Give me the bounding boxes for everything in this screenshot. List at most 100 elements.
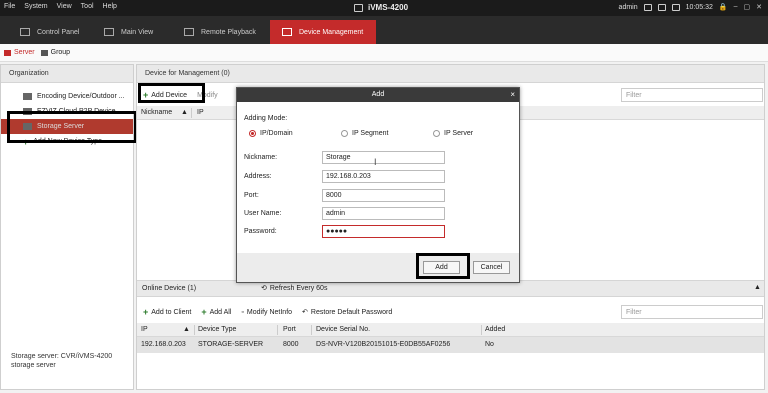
restore-password-button[interactable]: ↶ Restore Default Password [302, 308, 393, 317]
tab-label: Remote Playback [201, 28, 256, 36]
add-all-icon: + [201, 307, 207, 317]
col-added[interactable]: Added [485, 326, 505, 333]
menu-file[interactable]: File [4, 3, 15, 10]
user-label[interactable]: admin [619, 4, 638, 11]
dialog-title: Add [371, 91, 385, 98]
table-row[interactable]: 192.168.0.203 STORAGE-SERVER 8000 DS-NVR… [137, 337, 764, 353]
menu-help[interactable]: Help [103, 3, 117, 10]
note-line-2: storage server [11, 362, 56, 369]
close-icon[interactable]: × [510, 90, 515, 99]
col-divider [481, 325, 482, 335]
dialog-footer: Add Cancel [237, 253, 519, 282]
group-tab[interactable]: Group [40, 49, 71, 56]
cell-added: No [485, 341, 494, 348]
col-divider [194, 325, 195, 335]
highlight-storage-server [7, 111, 137, 143]
cell-port: 8000 [283, 341, 299, 348]
app-title-text: iVMS-4200 [368, 3, 409, 12]
online-filter-input[interactable]: Filter [621, 305, 763, 319]
window-controls: 🔒 – ▢ ✕ [719, 3, 762, 11]
clock-time: 10:05:32 [685, 3, 713, 11]
grid-icon [20, 28, 30, 36]
radio-ip-domain[interactable]: IP/Domain [249, 130, 293, 137]
online-grid-header: IP ▲ Device Type Port Device Serial No. … [137, 323, 764, 337]
device-filter-input[interactable]: Filter [621, 88, 763, 102]
group-tab-label: Group [50, 49, 71, 56]
note-line-1: Storage server: CVR/iVMS-4200 [11, 353, 113, 360]
col-nickname[interactable]: Nickname [141, 109, 172, 116]
add-device-dialog: Add × Adding Mode: IP/Domain IP Segment … [236, 87, 520, 283]
restore-password-label: Restore Default Password [310, 308, 393, 316]
close-icon[interactable]: ✕ [756, 3, 762, 11]
menu-tool[interactable]: Tool [81, 3, 94, 10]
adding-mode-label: Adding Mode: [244, 115, 288, 122]
port-field[interactable]: 8000 [322, 189, 445, 202]
add-to-client-button[interactable]: + Add to Client [143, 307, 191, 317]
cancel-button[interactable]: Cancel [473, 261, 510, 274]
modify-netinfo-button[interactable]: ▫ Modify NetInfo [241, 309, 292, 316]
storage-server-note: Storage server: CVR/iVMS-4200 storage se… [11, 352, 112, 370]
settings-icon[interactable] [643, 3, 652, 11]
col-device-type[interactable]: Device Type [198, 326, 236, 333]
add-to-client-label: Add to Client [151, 308, 192, 316]
radio-label: IP/Domain [260, 130, 293, 137]
app-logo-icon [354, 3, 363, 12]
col-serial[interactable]: Device Serial No. [316, 326, 370, 333]
minimize-icon[interactable]: – [734, 3, 738, 11]
add-all-label: Add All [209, 308, 232, 316]
encoder-icon [23, 93, 32, 100]
screenshot-icon[interactable] [657, 3, 666, 11]
password-label: Password: [244, 228, 277, 235]
calendar-icon[interactable] [671, 3, 680, 11]
tab-remote-playback[interactable]: Remote Playback [172, 20, 268, 44]
col-port[interactable]: Port [283, 326, 296, 333]
password-field[interactable]: ●●●●● [322, 225, 445, 238]
col-divider [277, 325, 278, 335]
tab-device-management[interactable]: Device Management [270, 20, 376, 44]
username-field[interactable]: admin [322, 207, 445, 220]
col-ip[interactable]: IP [197, 109, 204, 116]
server-tab[interactable]: Server [4, 49, 35, 56]
nickname-label: Nickname: [244, 154, 278, 161]
text-cursor-icon: I [374, 157, 377, 167]
monitor-icon [104, 28, 114, 36]
radio-icon [341, 130, 348, 137]
tab-label: Main View [121, 28, 154, 36]
menu-bar: File System View Tool Help [4, 3, 117, 10]
tab-main-view[interactable]: Main View [92, 20, 165, 44]
tab-label: Control Panel [37, 28, 80, 36]
device-for-management-title: Device for Management (0) [137, 65, 764, 83]
username-label: User Name: [244, 210, 282, 217]
cell-serial: DS-NVR-V120B20151015-E0DB55AF0256 [316, 341, 451, 348]
col-ip[interactable]: IP [141, 326, 148, 333]
server-icon [4, 49, 11, 56]
collapse-icon[interactable]: ▲ [754, 284, 761, 291]
device-icon [282, 28, 292, 36]
add-all-button[interactable]: + Add All [201, 307, 231, 317]
radio-label: IP Server [444, 130, 474, 137]
radio-selected-icon [249, 130, 256, 137]
radio-ip-segment[interactable]: IP Segment [341, 130, 388, 137]
port-label: Port: [244, 192, 259, 199]
sub-toolbar: Server Group [0, 44, 768, 62]
highlight-add-button [416, 253, 470, 279]
dialog-title-bar: Add × [237, 88, 519, 102]
refresh-button[interactable]: ⟲ Refresh Every 60s [261, 284, 328, 293]
col-divider [191, 108, 192, 118]
menu-view[interactable]: View [57, 3, 72, 10]
address-field[interactable]: 192.168.0.203 [322, 170, 445, 183]
undo-icon: ↶ [302, 309, 308, 316]
nickname-field[interactable]: Storage [322, 151, 445, 164]
radio-ip-server[interactable]: IP Server [433, 130, 473, 137]
address-label: Address: [244, 173, 272, 180]
menu-system[interactable]: System [24, 3, 47, 10]
radio-icon [433, 130, 440, 137]
col-divider [311, 325, 312, 335]
app-title: iVMS-4200 [354, 3, 408, 12]
cell-device-type: STORAGE-SERVER [198, 341, 264, 348]
org-item-encoding-device[interactable]: Encoding Device/Outdoor ... [1, 89, 133, 104]
tab-control-panel[interactable]: Control Panel [8, 20, 91, 44]
refresh-label: Refresh Every 60s [269, 284, 328, 292]
maximize-icon[interactable]: ▢ [744, 3, 751, 11]
lock-icon[interactable]: 🔒 [719, 3, 728, 11]
